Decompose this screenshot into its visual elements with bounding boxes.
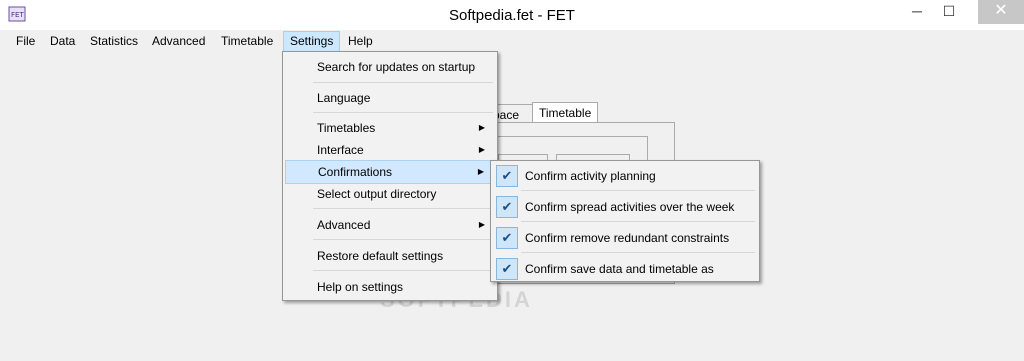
submenu-item-label: Confirm spread activities over the week [525,200,735,214]
menu-item-help-settings[interactable]: Help on settings [285,276,495,298]
menu-item-timetables[interactable]: Timetables ▶ [285,117,495,139]
menu-separator [313,270,493,271]
menu-bar: File Data Statistics Advanced Timetable … [0,30,1024,52]
menu-item-label: Confirmations [318,165,393,179]
window-title: Softpedia.fet - FET [449,7,575,24]
submenu-item-label: Confirm save data and timetable as [525,262,714,276]
minimize-button[interactable]: ─ [902,0,932,24]
menu-separator [313,239,493,240]
maximize-button[interactable]: ☐ [934,0,964,24]
menu-separator [313,82,493,83]
menu-item-label: Search for updates on startup [317,60,476,74]
confirmations-submenu: ✔ Confirm activity planning ✔ Confirm sp… [490,160,760,282]
submenu-arrow-icon: ▶ [478,123,485,132]
tab-timetable[interactable]: Timetable [532,102,599,124]
submenu-item-activity-planning[interactable]: ✔ Confirm activity planning [493,162,757,190]
checkmark-icon: ✔ [496,165,518,187]
submenu-arrow-icon: ▶ [477,167,484,176]
menu-file[interactable]: File [10,32,41,51]
menu-item-confirmations[interactable]: Confirmations ▶ [285,160,495,184]
menu-item-advanced[interactable]: Advanced ▶ [285,214,495,236]
close-button[interactable]: ✕ [978,0,1024,24]
submenu-item-label: Confirm remove redundant constraints [525,231,730,245]
menu-item-search-updates[interactable]: Search for updates on startup [285,56,495,78]
checkmark-icon: ✔ [496,258,518,280]
menu-item-label: Help on settings [317,280,404,294]
menu-item-restore-defaults[interactable]: Restore default settings [285,245,495,267]
submenu-item-spread-activities[interactable]: ✔ Confirm spread activities over the wee… [493,193,757,221]
menu-item-label: Select output directory [317,187,437,201]
menu-separator [313,208,493,209]
menu-data[interactable]: Data [44,32,81,51]
menu-separator [313,112,493,113]
menu-item-label: Language [317,91,371,105]
menu-item-label: Interface [317,143,364,157]
menu-separator [521,190,755,191]
menu-item-label: Restore default settings [317,249,444,263]
submenu-item-remove-redundant[interactable]: ✔ Confirm remove redundant constraints [493,224,757,252]
submenu-item-save-data[interactable]: ✔ Confirm save data and timetable as [493,255,757,283]
menu-separator [521,252,755,253]
submenu-item-label: Confirm activity planning [525,169,656,183]
menu-item-interface[interactable]: Interface ▶ [285,139,495,161]
menu-separator [521,221,755,222]
menu-settings[interactable]: Settings [283,31,341,52]
menu-item-output-directory[interactable]: Select output directory [285,183,495,205]
checkmark-icon: ✔ [496,196,518,218]
submenu-arrow-icon: ▶ [478,145,485,154]
menu-item-language[interactable]: Language [285,87,495,109]
menu-statistics[interactable]: Statistics [84,32,144,51]
menu-item-label: Advanced [317,218,371,232]
settings-dropdown: Search for updates on startup Language T… [282,51,498,301]
title-bar: FET Softpedia.fet - FET ─ ☐ ✕ [0,0,1024,30]
submenu-arrow-icon: ▶ [478,220,485,229]
menu-help[interactable]: Help [342,32,379,51]
menu-timetable[interactable]: Timetable [215,32,279,51]
menu-item-label: Timetables [317,121,376,135]
menu-advanced[interactable]: Advanced [146,32,211,51]
checkmark-icon: ✔ [496,227,518,249]
